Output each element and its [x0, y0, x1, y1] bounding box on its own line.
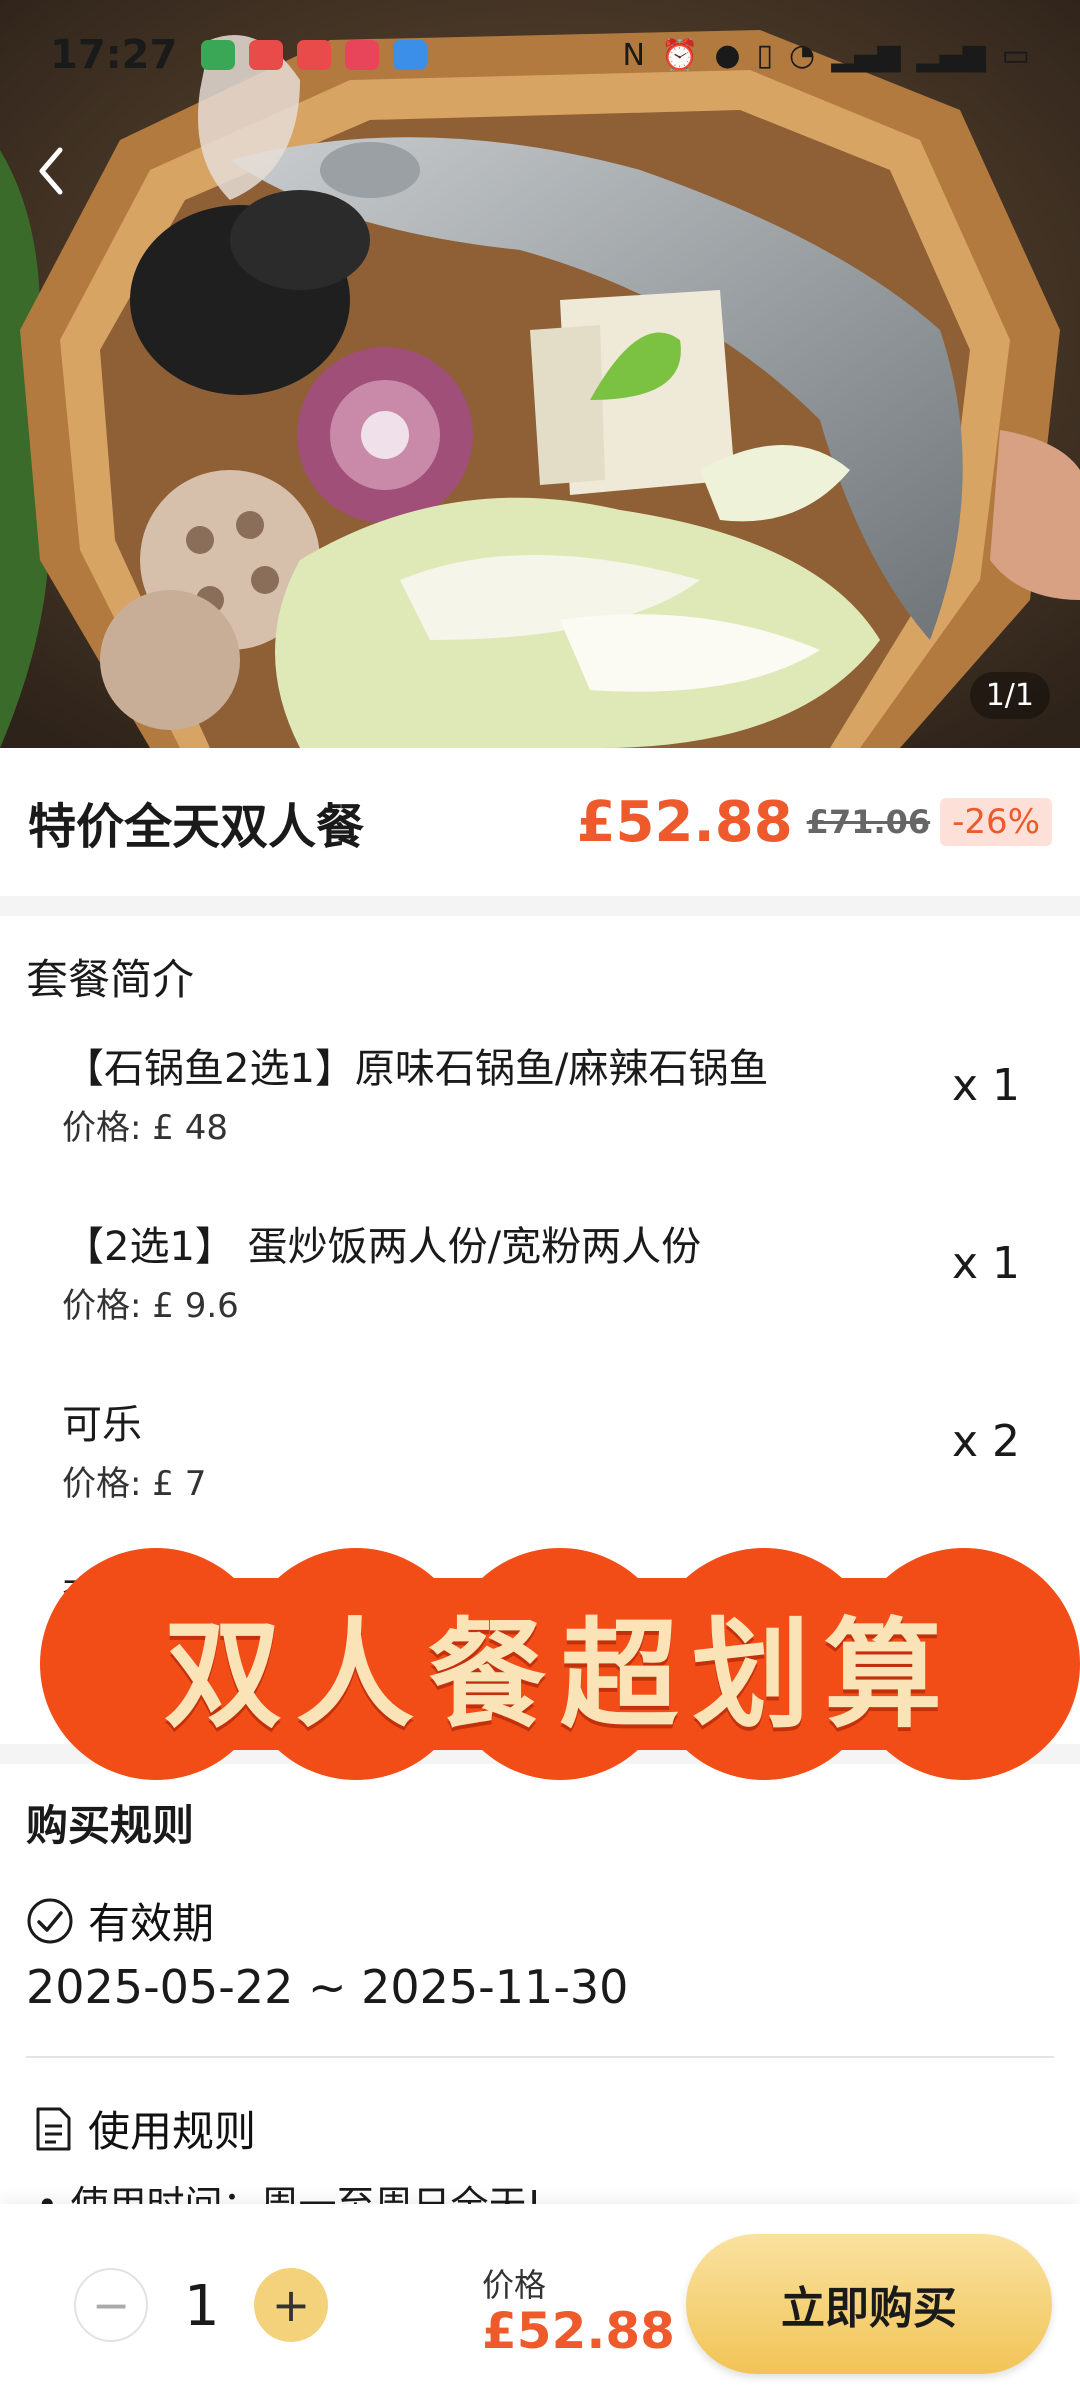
alarm-icon: ⏰: [660, 37, 699, 73]
status-bar: 17:27 N ⏰ ● ▯ ◔ ▂▄▆ ▂▄▆ ▭: [0, 0, 1080, 110]
purchase-rules-section: 购买规则 有效期 2025-05-22 ~ 2025-11-30 使用规则 • …: [0, 1764, 1080, 2204]
status-indicators: N ⏰ ● ▯ ◔ ▂▄▆ ▂▄▆ ▭: [623, 38, 1031, 73]
nfc-icon: N: [622, 37, 645, 73]
increase-quantity-button[interactable]: +: [254, 2268, 328, 2342]
chevron-left-icon: [39, 147, 63, 195]
usage-time-line: • 使用时间：周一至周日全天!: [36, 2174, 542, 2204]
item-name: 可乐: [62, 1402, 142, 1448]
total-price: £52.88: [482, 2302, 675, 2360]
discount-badge: -26%: [940, 798, 1052, 846]
image-counter: 1/1: [969, 672, 1050, 719]
battery-icon: ▭: [1001, 37, 1030, 73]
app-notification-icon: [297, 40, 332, 70]
price-group: £52.88 £71.06 -26%: [577, 790, 1052, 855]
app-notification-icon: [201, 40, 236, 70]
item-name: 【石锅鱼2选1】原味石锅鱼/麻辣石锅鱼: [64, 1046, 769, 1092]
minus-icon: −: [91, 2278, 131, 2332]
promo-text: 双人餐超划算: [163, 1604, 956, 1744]
product-image[interactable]: 17:27 N ⏰ ● ▯ ◔ ▂▄▆ ▂▄▆ ▭ 1/1: [0, 0, 1080, 748]
signal-4g-icon: ▂▄▆: [831, 37, 901, 73]
status-time: 17:27: [50, 32, 178, 78]
product-name: 特价全天双人餐: [28, 799, 365, 855]
usage-rules-row: 使用规则: [34, 2098, 256, 2159]
back-button[interactable]: [36, 146, 86, 206]
item-quantity: x 1: [951, 1060, 1020, 1111]
app-notification-icon: [393, 40, 428, 70]
item-quantity: x 2: [951, 1416, 1020, 1467]
quantity-value: 1: [184, 2274, 220, 2339]
wifi-icon: ◔: [789, 37, 816, 73]
current-price: £52.88: [576, 789, 793, 855]
rules-divider: [26, 2056, 1054, 2058]
check-circle-icon: [27, 1898, 73, 1943]
document-icon: [36, 2107, 71, 2150]
buy-now-button[interactable]: 立即购买: [686, 2234, 1052, 2374]
package-item: 【石锅鱼2选1】原味石锅鱼/麻辣石锅鱼 价格: £ 48 x 1: [0, 1036, 1080, 1206]
location-icon: ●: [714, 37, 741, 73]
package-item: 可乐 价格: £ 7 x 2: [0, 1392, 1080, 1562]
item-price: 价格: £ 48: [62, 1108, 228, 1148]
promo-banner: 双人餐超划算: [40, 1548, 1080, 1780]
decrease-quantity-button[interactable]: −: [74, 2268, 148, 2342]
app-notification-icon: [249, 40, 284, 70]
package-item: 【2选1】 蛋炒饭两人份/宽粉两人份 价格: £ 9.6 x 1: [0, 1214, 1080, 1384]
package-title: 套餐简介: [26, 955, 195, 1004]
plus-icon: +: [271, 2278, 311, 2332]
validity-label: 有效期: [88, 1899, 215, 1948]
validity-row: 有效期: [26, 1890, 214, 1951]
item-quantity: x 1: [951, 1238, 1020, 1289]
rules-title: 购买规则: [26, 1801, 195, 1850]
item-price: 价格: £ 7: [62, 1464, 207, 1504]
item-name: 【2选1】 蛋炒饭两人份/宽粉两人份: [64, 1224, 702, 1270]
item-price: 价格: £ 9.6: [62, 1286, 239, 1326]
section-divider: [0, 896, 1080, 916]
food-photo: [0, 0, 1080, 748]
product-title-row: 特价全天双人餐 £52.88 £71.06 -26%: [0, 748, 1080, 896]
app-notification-icon: [345, 40, 380, 70]
total-price-label: 价格: [482, 2266, 547, 2304]
usage-label: 使用规则: [88, 2107, 257, 2156]
signal-4g-icon: ▂▄▆: [916, 37, 986, 73]
status-app-icons: [201, 40, 428, 70]
vibrate-icon: ▯: [756, 37, 774, 73]
bottom-purchase-bar: − 1 + 价格 £52.88 立即购买: [0, 2204, 1080, 2400]
validity-dates: 2025-05-22 ~ 2025-11-30: [26, 1960, 629, 2014]
original-price: £71.06: [806, 803, 931, 841]
